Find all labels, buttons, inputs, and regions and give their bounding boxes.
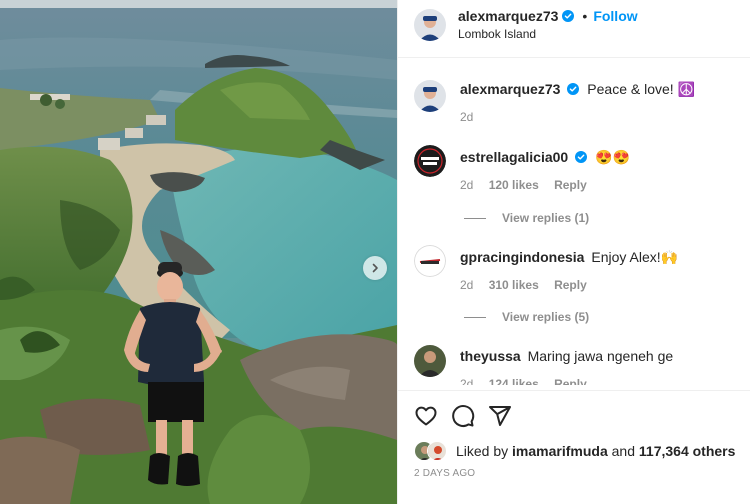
liked-by-user[interactable]: imamarifmuda (512, 443, 608, 459)
comment-likes[interactable]: 124 likes (489, 377, 539, 385)
post-header: alexmarquez73 • Follow Lombok Island (398, 0, 750, 58)
comment-body: Maring jawa ngeneh ge (527, 348, 674, 364)
post-image (0, 0, 397, 504)
post-location[interactable]: Lombok Island (458, 27, 536, 41)
liked-by-prefix: Liked by (456, 443, 509, 459)
caption-avatar[interactable] (414, 80, 446, 112)
liked-by-others[interactable]: 117,364 others (639, 443, 736, 459)
comment-meta: 2d 310 likes Reply (460, 278, 599, 292)
comments-list[interactable]: alexmarquez73 Peace & love! ☮️ 2d estrel… (398, 59, 750, 385)
view-replies-button[interactable]: View replies (5) (464, 310, 589, 324)
post-photo[interactable] (0, 0, 397, 504)
view-replies-button[interactable]: View replies (1) (464, 211, 589, 225)
comment-bubble-icon[interactable] (451, 404, 475, 428)
reply-button[interactable]: Reply (554, 278, 587, 292)
comment-body: Peace & love! ☮️ (587, 81, 696, 97)
caption-meta: 2d (460, 110, 485, 124)
liker-avatar (427, 441, 447, 461)
paper-plane-icon[interactable] (488, 404, 512, 428)
commenter-avatar[interactable] (414, 145, 446, 177)
commenter-avatar[interactable] (414, 345, 446, 377)
post-timestamp[interactable]: 2 DAYS AGO (414, 468, 475, 479)
liked-by-avatars[interactable] (414, 441, 448, 461)
divider-line (464, 317, 486, 319)
reply-button[interactable]: Reply (554, 178, 587, 192)
comment-likes[interactable]: 120 likes (489, 178, 539, 192)
divider-line (464, 218, 486, 220)
comment-body: 😍😍 (595, 149, 630, 165)
comment-username[interactable]: estrellagalicia00 (460, 149, 568, 165)
commenter-avatar[interactable] (414, 245, 446, 277)
separator-dot: • (582, 8, 588, 24)
comment-age[interactable]: 2d (460, 377, 473, 385)
author-username[interactable]: alexmarquez73 (458, 8, 558, 24)
comment-username[interactable]: alexmarquez73 (460, 81, 560, 97)
caption-text: alexmarquez73 Peace & love! ☮️ (460, 81, 695, 98)
verified-badge-icon (562, 10, 575, 22)
author-avatar[interactable] (414, 9, 446, 41)
chevron-right-icon (372, 263, 378, 273)
view-replies-label: View replies (1) (502, 211, 590, 225)
follow-button[interactable]: Follow (593, 8, 637, 24)
verified-badge-icon (567, 83, 580, 95)
heart-icon[interactable] (414, 404, 438, 428)
comment-age[interactable]: 2d (460, 110, 473, 124)
post-side-panel: alexmarquez73 • Follow Lombok Island ale… (397, 0, 750, 504)
comment-text: estrellagalicia00 😍😍 (460, 149, 630, 166)
comment-likes[interactable]: 310 likes (489, 278, 539, 292)
comment-age[interactable]: 2d (460, 278, 473, 292)
next-photo-button[interactable] (363, 256, 387, 280)
comment-username[interactable]: theyussa (460, 348, 521, 364)
comment-meta: 2d 124 likes Reply (460, 377, 599, 385)
comment-body: Enjoy Alex!🙌 (591, 249, 679, 265)
comment-age[interactable]: 2d (460, 178, 473, 192)
view-replies-label: View replies (5) (502, 310, 590, 324)
verified-badge-icon (575, 151, 588, 163)
liked-by-joiner: and (611, 443, 635, 459)
post-actions: Liked by imamarifmuda and 117,364 others… (398, 390, 750, 504)
comment-meta: 2d 120 likes Reply (460, 178, 599, 192)
reply-button[interactable]: Reply (554, 377, 587, 385)
comment-username[interactable]: gpracingindonesia (460, 249, 584, 265)
comment-text: theyussa Maring jawa ngeneh ge (460, 348, 673, 364)
comment-text: gpracingindonesia Enjoy Alex!🙌 (460, 249, 678, 266)
liked-by-line[interactable]: Liked by imamarifmuda and 117,364 others (414, 441, 735, 461)
